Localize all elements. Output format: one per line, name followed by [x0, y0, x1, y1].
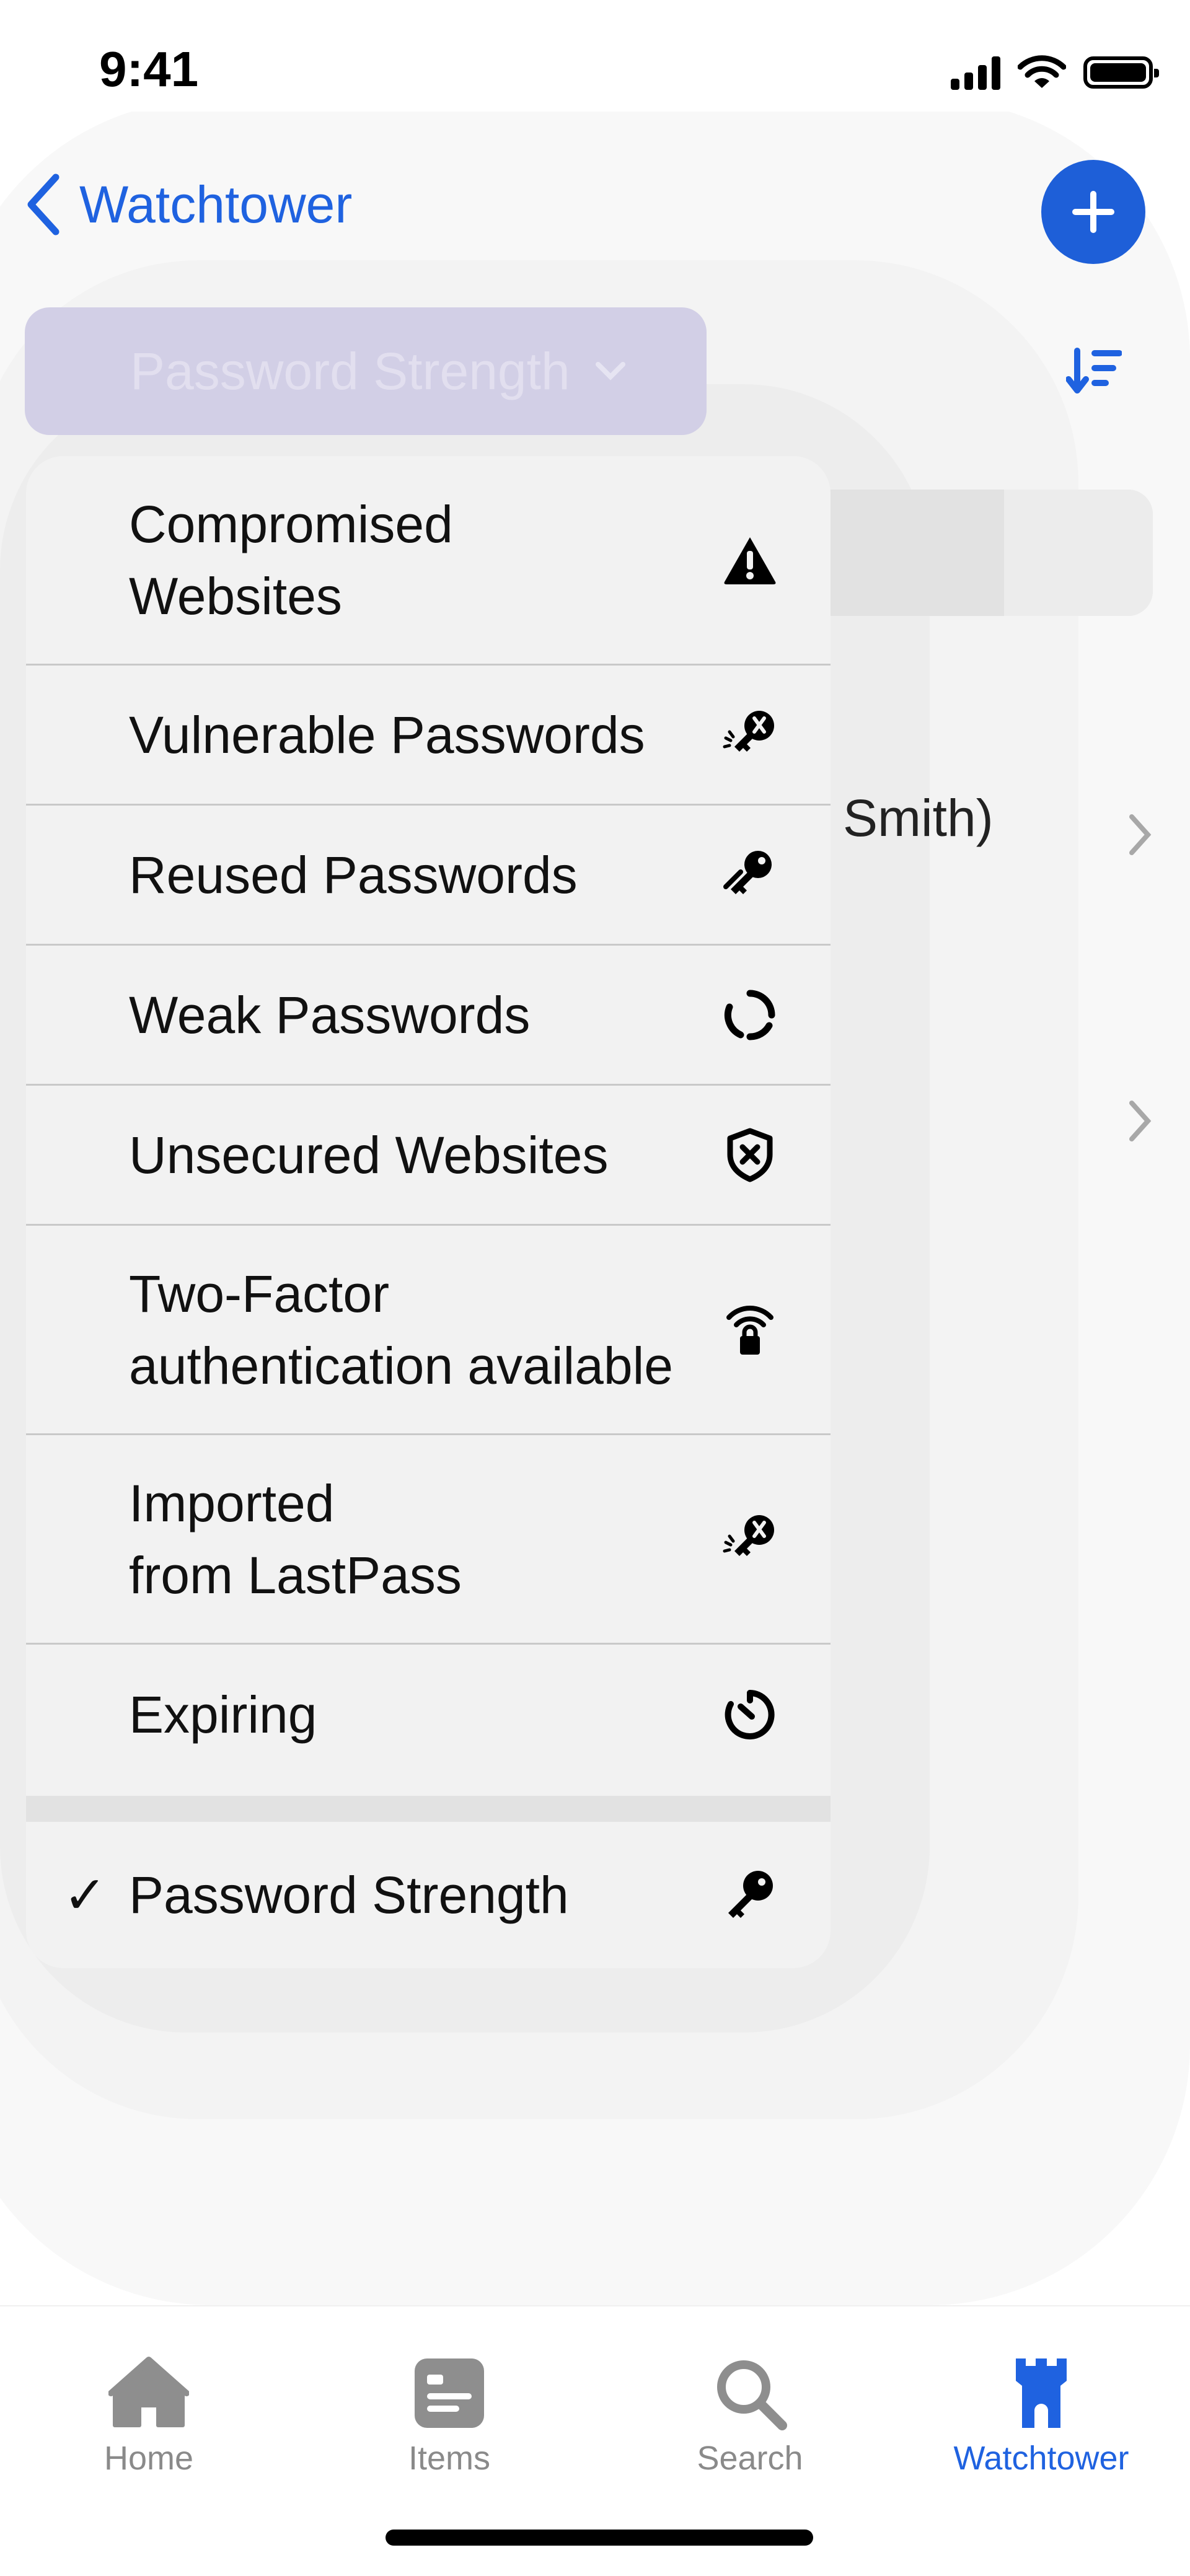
- plus-icon: [1072, 191, 1114, 233]
- cellular-signal-icon: [951, 55, 1000, 90]
- menu-item-label: Vulnerable Passwords: [129, 705, 645, 764]
- screen: 9:41 Watchtower Password Strength Smith)…: [0, 0, 1190, 2576]
- search-icon: [717, 2360, 787, 2430]
- tab-home[interactable]: Home: [37, 2356, 260, 2477]
- tab-label: Search: [697, 2440, 803, 2477]
- chevron-right-icon: [1129, 814, 1152, 855]
- menu-item-label: Compromised Websites: [129, 495, 453, 625]
- back-button[interactable]: Watchtower: [25, 174, 352, 235]
- chevron-right-icon: [1129, 1101, 1152, 1141]
- category-filter-button[interactable]: Password Strength: [25, 307, 707, 435]
- wifi-icon: [1018, 55, 1066, 88]
- background-row-text: Smith): [843, 789, 994, 847]
- items-icon: [415, 2358, 484, 2428]
- double-key-icon: [713, 838, 787, 912]
- chevron-left-icon: [27, 174, 60, 235]
- battery-icon: [1083, 56, 1159, 89]
- key-icon: [713, 1858, 787, 1932]
- menu-item-label: Unsecured Websites: [129, 1125, 609, 1184]
- menu-item-unsecured-websites[interactable]: Unsecured Websites: [26, 1086, 831, 1226]
- menu-item-compromised-websites[interactable]: Compromised Websites: [26, 456, 831, 666]
- broken-key-icon: [713, 1502, 787, 1576]
- menu-item-weak-passwords[interactable]: Weak Passwords: [26, 946, 831, 1086]
- home-icon: [108, 2357, 189, 2427]
- menu-item-reused-passwords[interactable]: Reused Passwords: [26, 806, 831, 946]
- tab-watchtower[interactable]: Watchtower: [930, 2356, 1153, 2477]
- broken-key-icon: [713, 698, 787, 772]
- back-label: Watchtower: [79, 175, 353, 234]
- menu-item-label: Password Strength: [129, 1866, 569, 1924]
- sort-icon[interactable]: [1066, 347, 1122, 397]
- menu-item-label: Reused Passwords: [129, 845, 578, 904]
- menu-item-vulnerable-passwords[interactable]: Vulnerable Passwords: [26, 666, 831, 806]
- chevron-down-icon: [595, 362, 625, 380]
- wifi-lock-icon: [713, 1293, 787, 1367]
- filter-selected-label: Password Strength: [130, 341, 570, 400]
- tab-label: Watchtower: [953, 2440, 1129, 2477]
- warning-triangle-icon: [713, 523, 787, 597]
- background-search-bar: [1004, 490, 1153, 616]
- shield-x-icon: [713, 1118, 787, 1192]
- menu-separator: [26, 1796, 831, 1822]
- checkmark-icon: ✓: [63, 1866, 107, 1924]
- menu-item-password-strength[interactable]: ✓ Password Strength: [26, 1822, 831, 1968]
- menu-item-two-factor[interactable]: Two-Factor authentication available: [26, 1226, 831, 1435]
- menu-item-label: Two-Factor authentication available: [129, 1264, 673, 1395]
- status-icons: [951, 55, 1159, 90]
- menu-item-label: Imported from LastPass: [129, 1474, 462, 1604]
- menu-item-imported-lastpass[interactable]: Imported from LastPass: [26, 1435, 831, 1645]
- watchtower-icon: [1016, 2358, 1067, 2428]
- category-menu: Compromised Websites Vulnerable Password…: [26, 456, 831, 1968]
- add-button[interactable]: [1041, 160, 1145, 264]
- tab-label: Items: [408, 2440, 491, 2477]
- menu-item-label: Weak Passwords: [129, 985, 531, 1044]
- menu-item-label: Expiring: [129, 1686, 317, 1744]
- status-time: 9:41: [99, 42, 199, 97]
- tab-search[interactable]: Search: [638, 2356, 862, 2477]
- tab-label: Home: [104, 2440, 194, 2477]
- timer-icon: [713, 1677, 787, 1752]
- home-indicator: [386, 2530, 813, 2546]
- menu-item-expiring[interactable]: Expiring: [26, 1645, 831, 1785]
- broken-circle-icon: [713, 978, 787, 1052]
- tab-items[interactable]: Items: [338, 2356, 561, 2477]
- status-bar: 9:41: [0, 0, 1190, 112]
